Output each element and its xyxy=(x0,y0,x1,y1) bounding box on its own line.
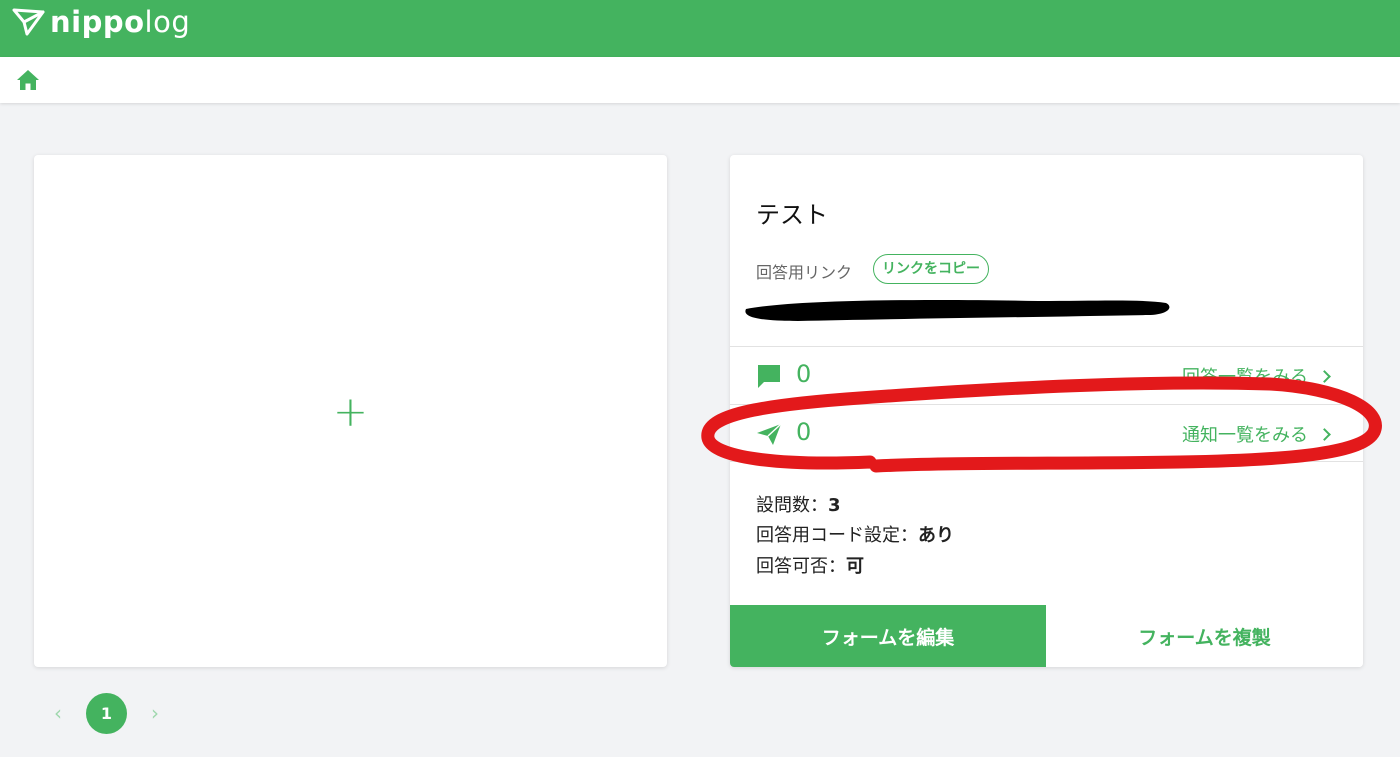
notifications-count: 0 xyxy=(796,418,812,446)
logo-text-bold: nippo xyxy=(50,5,145,39)
form-title: テスト xyxy=(756,201,828,229)
responses-count: 0 xyxy=(796,360,812,388)
app-logo[interactable]: nippolog xyxy=(12,4,190,40)
question-count-label: 設問数： xyxy=(756,495,828,516)
home-icon[interactable] xyxy=(16,69,40,91)
answer-availability-label: 回答可否： xyxy=(756,556,846,577)
divider xyxy=(730,461,1363,462)
answer-code-label: 回答用コード設定： xyxy=(756,525,918,546)
logo-text: nippolog xyxy=(50,4,190,40)
copy-link-button[interactable]: リンクをコピー xyxy=(873,254,989,284)
form-card: テスト 回答用リンク リンクをコピー 0 回答一覧をみる 0 通知一覧をみる 設… xyxy=(730,155,1363,667)
breadcrumb-bar xyxy=(0,57,1400,103)
answer-code-value: あり xyxy=(918,525,954,546)
view-responses-label: 回答一覧をみる xyxy=(1182,367,1308,388)
chevron-right-icon xyxy=(1318,427,1331,441)
paper-plane-logo-icon xyxy=(12,8,45,36)
view-notifications-link[interactable]: 通知一覧をみる xyxy=(1182,421,1331,447)
chevron-right-icon xyxy=(1318,369,1331,383)
answer-link-label: 回答用リンク xyxy=(756,263,853,282)
view-responses-link[interactable]: 回答一覧をみる xyxy=(1182,363,1331,389)
answer-code-setting: 回答用コード設定：あり xyxy=(756,521,954,547)
view-notifications-label: 通知一覧をみる xyxy=(1182,425,1308,446)
paper-plane-icon xyxy=(757,423,782,445)
question-count-value: 3 xyxy=(828,495,841,516)
redaction-mark xyxy=(745,299,1170,321)
notifications-row: 0 通知一覧をみる xyxy=(730,405,1363,461)
edit-form-button[interactable]: フォームを編集 xyxy=(730,605,1046,667)
top-bar: nippolog xyxy=(0,0,1400,57)
answer-availability: 回答可否：可 xyxy=(756,552,864,578)
plus-icon: + xyxy=(332,386,369,436)
logo-text-light: log xyxy=(144,5,191,39)
duplicate-form-button[interactable]: フォームを複製 xyxy=(1046,605,1363,667)
responses-row: 0 回答一覧をみる xyxy=(730,347,1363,403)
question-count: 設問数：3 xyxy=(756,491,841,517)
pagination-page-1[interactable]: 1 xyxy=(86,693,127,734)
pagination-next-button[interactable]: › xyxy=(145,700,165,726)
answer-availability-value: 可 xyxy=(846,556,864,577)
comment-icon xyxy=(758,365,780,388)
pagination-prev-button[interactable]: ‹ xyxy=(48,700,68,726)
new-form-card[interactable]: + xyxy=(34,155,667,667)
